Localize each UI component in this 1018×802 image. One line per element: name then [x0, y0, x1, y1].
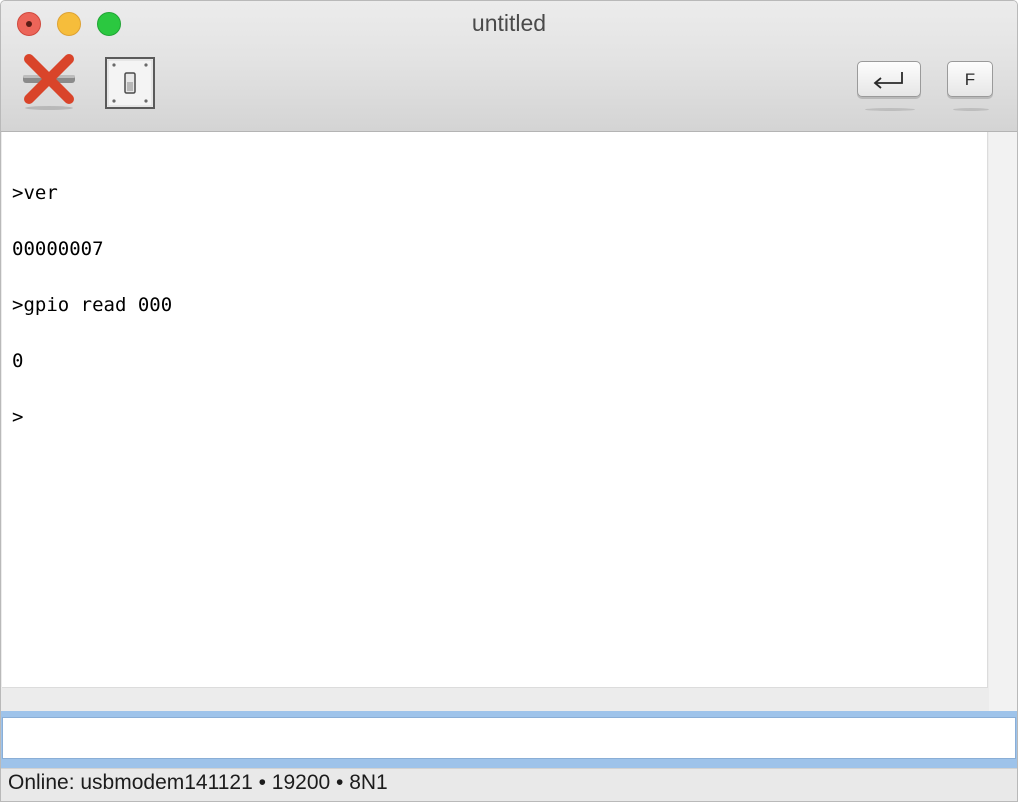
f-key-label: F: [964, 70, 976, 89]
disconnect-button[interactable]: [19, 53, 79, 111]
terminal-output[interactable]: >ver 00000007 >gpio read 000 0 >: [2, 132, 988, 688]
terminal-line: >gpio read 000: [12, 294, 173, 316]
titlebar-toolbar: untitled F: [1, 1, 1017, 132]
f-key-shadow: [953, 108, 989, 111]
status-bar: Online: usbmodem141121 • 19200 • 8N1: [1, 768, 1017, 801]
command-input[interactable]: [2, 717, 1016, 759]
terminal-lines: >ver 00000007 >gpio read 000 0 >: [12, 182, 172, 462]
disconnect-icon: [23, 54, 75, 110]
terminal-line: 0: [12, 350, 24, 372]
app-window: untitled F >ver 00000007 >gpio read 000 …: [0, 0, 1018, 802]
terminal-line: >: [12, 406, 24, 428]
enter-keycap: [857, 61, 921, 97]
send-enter-button[interactable]: [857, 61, 923, 111]
return-key-icon: [873, 72, 903, 89]
f-keycap: F: [947, 61, 993, 97]
connection-status-text: Online: usbmodem141121 • 19200 • 8N1: [8, 771, 388, 794]
toggle-switch-button[interactable]: [105, 57, 157, 111]
enter-key-shadow: [865, 108, 915, 111]
window-title: untitled: [471, 10, 547, 36]
command-input-container: [1, 711, 1017, 768]
f-key-button[interactable]: F: [947, 61, 995, 111]
terminal-scroll-gutter[interactable]: [989, 132, 1017, 712]
terminal-line: 00000007: [12, 238, 104, 260]
terminal-line: >ver: [12, 182, 58, 204]
toggle-switch-icon: [105, 57, 155, 109]
